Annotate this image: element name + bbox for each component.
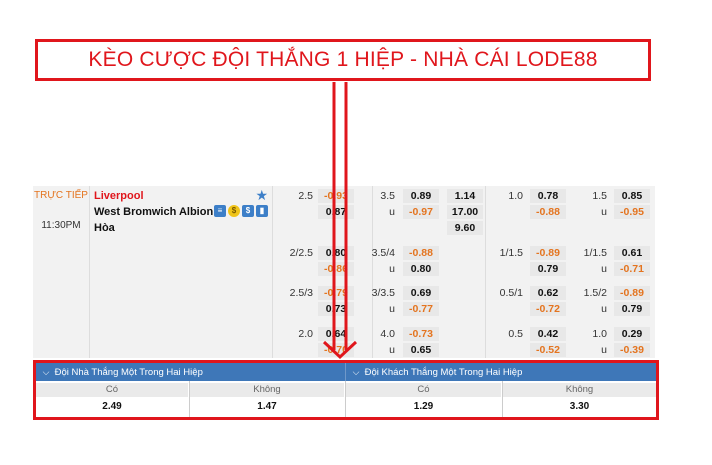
arrow-down-icon <box>322 82 358 360</box>
